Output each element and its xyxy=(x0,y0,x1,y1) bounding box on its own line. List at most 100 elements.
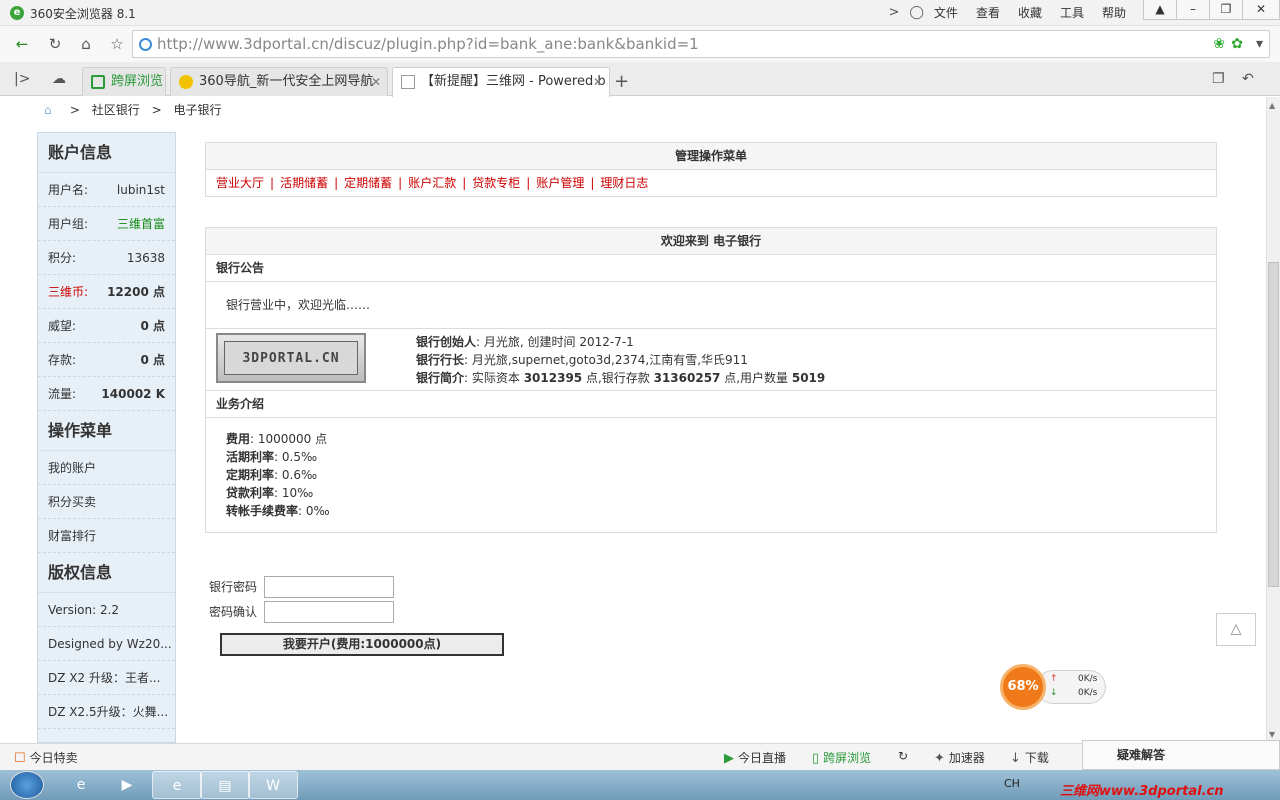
sidebar-item-wealth-rank[interactable]: 财富排行 xyxy=(38,519,175,553)
security-check-icon[interactable]: ❀ xyxy=(1213,36,1225,52)
admin-menu-box: 管理操作菜单 营业大厅 | 活期储蓄 | 定期储蓄 | 账户汇款 | 贷款专柜 | 账户管理 | 理财日… xyxy=(205,142,1217,197)
close-button[interactable]: ✕ xyxy=(1242,0,1280,20)
menu-file[interactable]: 文件 xyxy=(934,4,958,21)
phone-icon: ▯ xyxy=(812,751,820,766)
play-icon: ▶ xyxy=(724,751,734,766)
accelerator[interactable]: ✦ 加速器 xyxy=(934,749,985,766)
restore-button[interactable]: ❐ xyxy=(1209,0,1243,20)
phone-icon xyxy=(91,75,105,89)
biz-value: : 1000000 点 xyxy=(250,432,328,446)
word-icon[interactable]: W xyxy=(248,771,298,799)
home-icon[interactable]: ⌂ xyxy=(76,34,96,54)
bank-info: 3DPORTAL.CN 银行创始人: 月光旅, 创建时间 2012-7-1 银行… xyxy=(206,329,1216,391)
url-input[interactable] xyxy=(157,34,1157,54)
network-speed-widget[interactable]: 68% ↑ 0K/s ↓ 0K/s xyxy=(1000,664,1106,710)
back-arrow-icon[interactable]: ← xyxy=(12,34,32,54)
scroll-up-arrow-icon[interactable]: ▲ xyxy=(1269,101,1275,110)
daily-deals[interactable]: ☐ 今日特卖 xyxy=(14,749,78,766)
link-fixed-savings[interactable]: 定期储蓄 xyxy=(344,176,392,190)
breadcrumb-community-bank[interactable]: 社区银行 xyxy=(92,103,140,117)
menu-tools[interactable]: 工具 xyxy=(1060,4,1084,21)
media-player-icon[interactable]: ▶ xyxy=(102,771,152,799)
biz-loan-rate: 贷款利率: 10‰ xyxy=(226,484,1216,502)
sidebar-toggle-icon[interactable]: |> xyxy=(14,71,30,87)
downloads[interactable]: ↓ 下载 xyxy=(1010,749,1049,766)
window-title: 360安全浏览器 8.1 xyxy=(30,7,136,21)
account-row-group: 用户组: 三维首富 xyxy=(38,207,175,241)
memory-percent-badge[interactable]: 68% xyxy=(1000,664,1046,710)
skin-icon[interactable]: ▲ xyxy=(1143,0,1177,20)
link-finance-log[interactable]: 理财日志 xyxy=(600,176,648,190)
folder-icon[interactable]: ▤ xyxy=(200,771,250,799)
confirm-row: 密码确认 xyxy=(209,599,394,624)
menu-view[interactable]: 查看 xyxy=(976,4,1000,21)
tab-bar: |> ☁ 跨屏浏览 360导航_新一代安全上网导航 ✕ 【新提醒】三维网 - P… xyxy=(0,62,1280,97)
account-row-deposit: 存款: 0 点 xyxy=(38,343,175,377)
separator: | xyxy=(462,176,467,190)
link-account-manage[interactable]: 账户管理 xyxy=(536,176,584,190)
download-speed: 0K/s xyxy=(1078,688,1098,698)
menu-help[interactable]: 帮助 xyxy=(1102,4,1126,21)
undo-close-icon[interactable]: ↶ xyxy=(1242,71,1254,87)
row-label: 威望: xyxy=(48,319,77,333)
password-confirm-input[interactable] xyxy=(264,600,394,623)
account-row-coins: 三维币: 12200 点 xyxy=(38,275,175,309)
chevron-right-icon[interactable]: > xyxy=(888,5,899,20)
live-today[interactable]: ▶ 今日直播 xyxy=(724,749,786,766)
link-remittance[interactable]: 账户汇款 xyxy=(408,176,456,190)
row-value: 0 点 xyxy=(140,353,165,367)
browser-task-icon[interactable]: e xyxy=(152,771,202,799)
open-account-button[interactable]: 我要开户(费用:1000000点) xyxy=(220,633,504,656)
address-bar[interactable]: ❀ ✿ ▾ xyxy=(132,30,1270,58)
bank-logo: 3DPORTAL.CN xyxy=(216,333,366,383)
breadcrumb-e-bank[interactable]: 电子银行 xyxy=(173,103,221,117)
copyright-title: 版权信息 xyxy=(38,553,175,593)
title-bar: e 360安全浏览器 8.1 > ◯ 文件 查看 收藏 工具 帮助 ▲ – ❐ … xyxy=(0,0,1280,26)
row-label: 流量: xyxy=(48,387,77,401)
scrollbar-thumb[interactable] xyxy=(1268,262,1279,587)
link-current-savings[interactable]: 活期储蓄 xyxy=(280,176,328,190)
link-lobby[interactable]: 营业大厅 xyxy=(216,176,264,190)
ie-icon[interactable]: e xyxy=(56,771,106,799)
minimize-button[interactable]: – xyxy=(1176,0,1210,20)
new-tab-icon[interactable]: + xyxy=(614,71,629,92)
separator: | xyxy=(270,176,275,190)
admin-menu-title: 管理操作菜单 xyxy=(206,143,1216,170)
link-loans[interactable]: 贷款专柜 xyxy=(472,176,520,190)
refresh-status-icon[interactable]: ↻ xyxy=(898,749,908,763)
menu-favorites[interactable]: 收藏 xyxy=(1018,4,1042,21)
logo-text: 3DPORTAL.CN xyxy=(224,341,358,375)
sidebar-item-my-account[interactable]: 我的账户 xyxy=(38,451,175,485)
user-icon[interactable]: ◯ xyxy=(909,5,924,20)
faq-popup[interactable]: 疑难解答 xyxy=(1082,740,1280,770)
tab-list-icon[interactable]: ❐ xyxy=(1212,71,1225,87)
home-icon[interactable]: ⌂ xyxy=(44,103,58,117)
cross-screen[interactable]: ▯ 跨屏浏览 xyxy=(812,749,871,766)
close-tab-icon[interactable]: ✕ xyxy=(593,68,603,96)
cloud-icon[interactable]: ☁ xyxy=(52,71,66,87)
bank-password-input[interactable] xyxy=(264,575,394,598)
biz-label: 活期利率 xyxy=(226,450,275,464)
separator: | xyxy=(398,176,403,190)
copyright-x25: DZ X2.5升级：火舞... xyxy=(38,695,175,729)
scroll-down-arrow-icon[interactable]: ▼ xyxy=(1269,730,1275,739)
tab-cross-screen[interactable]: 跨屏浏览 xyxy=(82,67,166,96)
accelerator-label: 加速器 xyxy=(948,751,985,765)
refresh-icon[interactable]: ↻ xyxy=(45,34,65,54)
breadcrumb-separator: > xyxy=(69,103,80,117)
star-icon[interactable]: ☆ xyxy=(107,34,127,54)
language-indicator[interactable]: CH xyxy=(1004,777,1020,790)
tab-3dportal[interactable]: 【新提醒】三维网 - Powered b ✕ xyxy=(392,67,610,97)
title-menu: > ◯ 文件 查看 收藏 工具 帮助 xyxy=(888,4,1144,21)
sidebar-item-points-trade[interactable]: 积分买卖 xyxy=(38,485,175,519)
tab-360-nav[interactable]: 360导航_新一代安全上网导航 ✕ xyxy=(170,67,388,96)
page-icon xyxy=(401,75,415,89)
start-button[interactable] xyxy=(10,771,44,799)
row-value: 13638 xyxy=(126,251,165,265)
leaf-icon[interactable]: ✿ xyxy=(1231,36,1243,52)
vertical-scrollbar[interactable]: ▲ ▼ xyxy=(1266,97,1280,743)
close-tab-icon[interactable]: ✕ xyxy=(371,68,381,96)
back-to-top-icon[interactable]: △ xyxy=(1216,613,1256,646)
dropdown-arrow-icon[interactable]: ▾ xyxy=(1256,36,1263,52)
capital-value: 3012395 xyxy=(523,371,583,385)
